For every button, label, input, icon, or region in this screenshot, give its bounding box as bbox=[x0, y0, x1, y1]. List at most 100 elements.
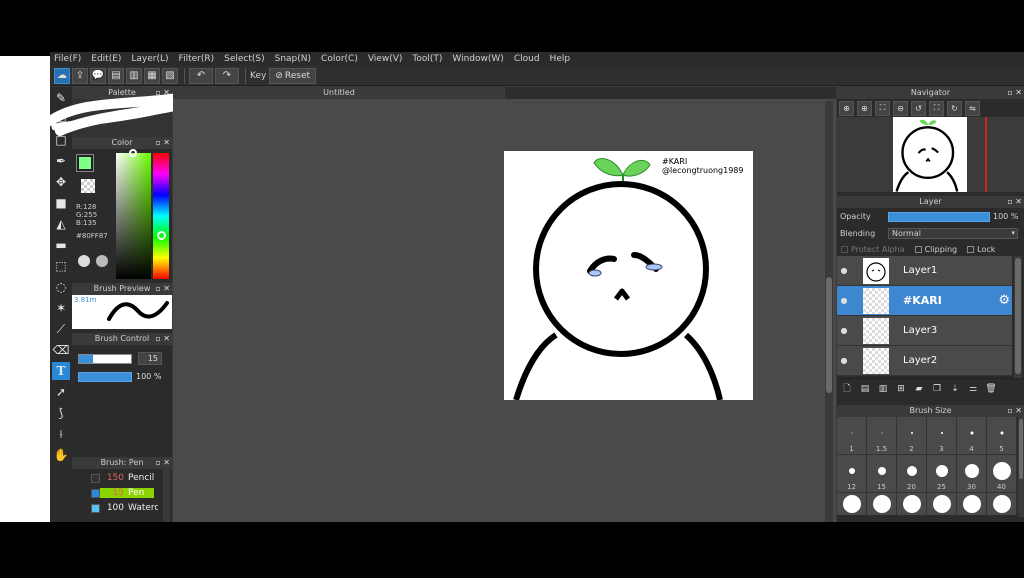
scrollbar-thumb[interactable] bbox=[826, 277, 832, 393]
layer-row-layer2[interactable]: ● Layer2 bbox=[837, 346, 1012, 376]
operation-tool[interactable]: ➚ bbox=[52, 383, 70, 401]
visibility-dot-icon[interactable]: ● bbox=[837, 356, 851, 365]
palette-icon-button[interactable] bbox=[78, 255, 90, 267]
rotate-left-button[interactable]: ↺ bbox=[911, 100, 926, 116]
brush-item-pen[interactable]: 15 Pen bbox=[72, 486, 162, 500]
menu-file[interactable]: File(F) bbox=[54, 52, 81, 66]
panel-button[interactable]: ▧ bbox=[162, 67, 178, 84]
reset-button[interactable]: ⊘ Reset bbox=[269, 67, 317, 84]
flip-button[interactable]: ⇋ bbox=[965, 100, 980, 116]
new-layer-button[interactable]: 🗋 bbox=[840, 382, 854, 396]
canvas-vertical-scrollbar[interactable] bbox=[825, 101, 833, 522]
menu-help[interactable]: Help bbox=[550, 52, 571, 66]
move-tool[interactable]: ✥ bbox=[52, 173, 70, 191]
dot-pen-tool[interactable]: ✒ bbox=[52, 152, 70, 170]
delete-layer-button[interactable]: 🗑 bbox=[984, 382, 998, 396]
redo-button[interactable]: ↷ bbox=[215, 67, 239, 84]
visibility-dot-icon[interactable]: ● bbox=[837, 326, 851, 335]
cloud-save-button[interactable]: ☁ bbox=[54, 67, 70, 84]
gradient-tool[interactable]: ▬ bbox=[52, 236, 70, 254]
clipping-checkbox[interactable]: Clipping bbox=[914, 245, 957, 254]
brush-size-cell[interactable]: 3 bbox=[927, 417, 957, 455]
fit-button[interactable]: ⛶ bbox=[875, 100, 890, 116]
brush-size-cell[interactable] bbox=[897, 493, 927, 515]
menu-snap[interactable]: Snap(N) bbox=[275, 52, 311, 66]
navigator-preview[interactable] bbox=[837, 117, 1024, 192]
protect-alpha-checkbox[interactable]: Protect Alpha bbox=[841, 245, 905, 254]
actual-size-button[interactable]: ⛶ bbox=[929, 100, 944, 116]
select-eraser-tool[interactable]: ⌫ bbox=[52, 341, 70, 359]
layer-settings-button[interactable]: ⚌ bbox=[966, 382, 980, 396]
layer-row-layer3[interactable]: ● Layer3 bbox=[837, 316, 1012, 346]
zoom-in-alt-button[interactable]: ⊕ bbox=[857, 100, 872, 116]
brush-size-cell[interactable]: 30 bbox=[957, 455, 987, 493]
magic-wand-tool[interactable]: ✶ bbox=[52, 299, 70, 317]
message-button[interactable]: ▤ bbox=[108, 67, 124, 84]
panel-close-icon[interactable]: ▫ ✕ bbox=[1007, 196, 1022, 208]
brush-opacity-slider[interactable] bbox=[78, 372, 132, 382]
brush-size-cell[interactable] bbox=[837, 493, 867, 515]
brush-list-scrollbar[interactable] bbox=[163, 469, 170, 522]
brush-size-cell[interactable]: 20 bbox=[897, 455, 927, 493]
panel-close-icon[interactable]: ▫ ✕ bbox=[155, 137, 170, 149]
text-tool[interactable]: T bbox=[52, 362, 70, 380]
brush-size-cell[interactable]: 12 bbox=[837, 455, 867, 493]
brush-size-cell[interactable] bbox=[927, 493, 957, 515]
brush-size-cell[interactable]: 1 bbox=[837, 417, 867, 455]
menu-window[interactable]: Window(W) bbox=[452, 52, 503, 66]
lasso-tool[interactable]: ◌ bbox=[52, 278, 70, 296]
layer-opacity-slider[interactable] bbox=[888, 211, 990, 222]
merge-down-button[interactable]: ⇣ bbox=[948, 382, 962, 396]
visibility-dot-icon[interactable]: ● bbox=[837, 296, 851, 305]
brush-item-watercolor[interactable]: 100 Watercolor bbox=[72, 501, 162, 515]
brush-size-cell[interactable]: 2 bbox=[897, 417, 927, 455]
brush-size-cell[interactable]: 40 bbox=[987, 455, 1017, 493]
brush-size-cell[interactable]: 1.5 bbox=[867, 417, 897, 455]
scrollbar-thumb[interactable] bbox=[1019, 419, 1023, 479]
palette-settings-button[interactable] bbox=[96, 255, 108, 267]
lock-checkbox[interactable]: Lock bbox=[967, 245, 995, 254]
page-button[interactable]: ▥ bbox=[126, 67, 142, 84]
undo-button[interactable]: ↶ bbox=[189, 67, 213, 84]
duplicate-layer-button[interactable]: ❐ bbox=[930, 382, 944, 396]
menu-select[interactable]: Select(S) bbox=[224, 52, 265, 66]
layer-row-layer1[interactable]: ● Layer1 bbox=[837, 256, 1012, 286]
secondary-color-swatch[interactable] bbox=[81, 179, 95, 193]
panel-close-icon[interactable]: ▫ ✕ bbox=[155, 283, 170, 295]
layer-row-kari[interactable]: ● #KARI ⚙ bbox=[837, 286, 1012, 316]
new-8bit-layer-button[interactable]: ▥ bbox=[876, 382, 890, 396]
select-pen-tool[interactable]: ⟋ bbox=[52, 320, 70, 338]
brush-size-slider[interactable] bbox=[78, 354, 132, 364]
brush-size-cell[interactable] bbox=[987, 493, 1017, 515]
blending-select[interactable]: Normal bbox=[888, 228, 1018, 239]
zoom-out-button[interactable]: ⊖ bbox=[893, 100, 908, 116]
menu-layer[interactable]: Layer(L) bbox=[131, 52, 168, 66]
menu-edit[interactable]: Edit(E) bbox=[91, 52, 121, 66]
add-layer-menu-button[interactable]: ⊞ bbox=[894, 382, 908, 396]
brush-size-cell[interactable]: 15 bbox=[867, 455, 897, 493]
new-folder-button[interactable]: ▰ bbox=[912, 382, 926, 396]
menu-color[interactable]: Color(C) bbox=[321, 52, 358, 66]
zoom-in-button[interactable]: ⊕ bbox=[839, 100, 854, 116]
fill-rect-tool[interactable]: ■ bbox=[52, 194, 70, 212]
brush-size-value[interactable]: 15 bbox=[138, 352, 162, 365]
panel-close-icon[interactable]: ▫ ✕ bbox=[1007, 87, 1022, 99]
hue-handle[interactable] bbox=[157, 231, 166, 240]
grid-button[interactable]: ▦ bbox=[144, 67, 160, 84]
select-rect-tool[interactable]: ⬚ bbox=[52, 257, 70, 275]
eyedropper-tool[interactable]: ⟆ bbox=[52, 404, 70, 422]
new-halftone-layer-button[interactable]: ▤ bbox=[858, 382, 872, 396]
comment-button[interactable]: 💬 bbox=[90, 67, 106, 84]
brush-size-cell[interactable]: 4 bbox=[957, 417, 987, 455]
canvas-area[interactable]: Untitled #KARI @lecongtruong1989 bbox=[173, 87, 836, 522]
rotate-right-button[interactable]: ↻ bbox=[947, 100, 962, 116]
sv-handle[interactable] bbox=[129, 149, 137, 157]
scrollbar-thumb[interactable] bbox=[1015, 258, 1021, 374]
hue-slider[interactable] bbox=[153, 153, 169, 279]
menu-filter[interactable]: Filter(R) bbox=[179, 52, 215, 66]
brush-item-pencil[interactable]: 150 Pencil bbox=[72, 471, 162, 485]
primary-color-swatch[interactable] bbox=[76, 154, 94, 172]
menu-view[interactable]: View(V) bbox=[368, 52, 403, 66]
export-button[interactable]: ⇪ bbox=[72, 67, 88, 84]
brush-size-cell[interactable]: 25 bbox=[927, 455, 957, 493]
